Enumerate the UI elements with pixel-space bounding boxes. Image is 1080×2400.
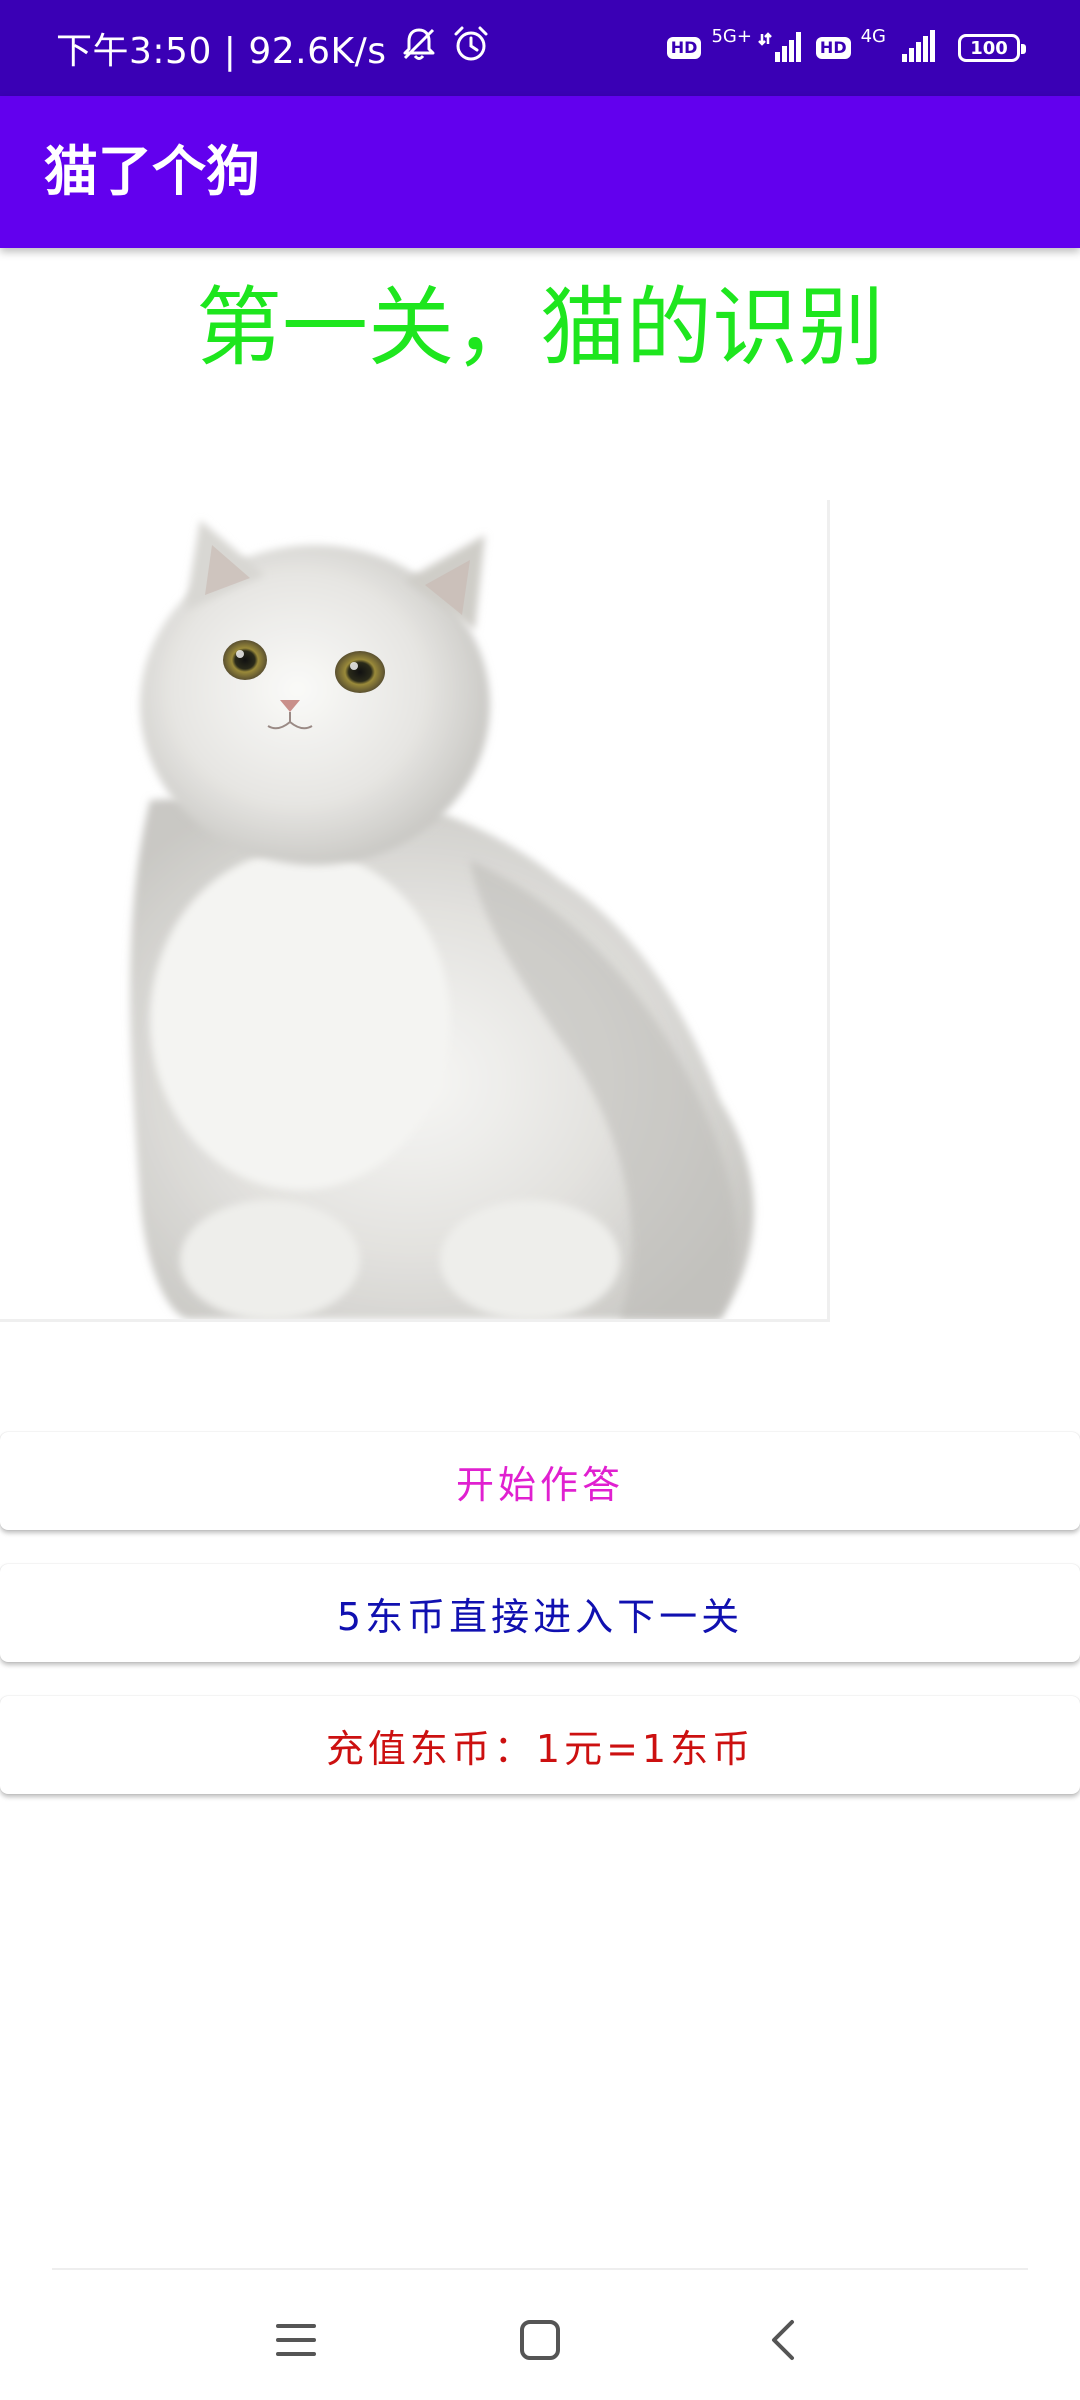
- level-title: 第一关，猫的识别: [196, 278, 884, 378]
- status-left: 下午3:50 | 92.6K/s: [56, 0, 491, 96]
- home-icon[interactable]: [500, 2300, 580, 2380]
- app-title: 猫了个狗: [44, 140, 260, 203]
- app-bar: 猫了个狗: [0, 96, 1080, 248]
- back-icon[interactable]: [744, 2300, 824, 2380]
- start-answer-button[interactable]: 开始作答: [0, 1432, 1080, 1530]
- hd-badge: HD: [666, 37, 702, 59]
- alarm-icon: [451, 24, 491, 73]
- start-answer-label: 开始作答: [455, 1462, 624, 1507]
- status-right: HD 5G+ HD 4G 100: [666, 0, 1026, 96]
- network-type-label: 5G+: [711, 25, 752, 47]
- menu-icon[interactable]: [256, 2300, 336, 2380]
- system-nav-bar: [0, 2270, 1080, 2400]
- skip-level-label: 5东币直接进入下一关: [336, 1594, 744, 1639]
- status-bar: 下午3:50 | 92.6K/s HD 5G+ HD 4G 100: [0, 0, 1080, 96]
- skip-level-button[interactable]: 5东币直接进入下一关: [0, 1564, 1080, 1662]
- signal-icon: [758, 28, 806, 68]
- network-type-label-2: 4G: [860, 25, 886, 47]
- signal-icon-2: [892, 28, 940, 68]
- cat-image: [0, 500, 830, 1322]
- battery-level: 100: [970, 37, 1008, 59]
- hd-badge-2: HD: [815, 37, 851, 59]
- bell-off-icon: [399, 24, 439, 73]
- recharge-button[interactable]: 充值东币：1元=1东币: [0, 1696, 1080, 1794]
- battery-icon: 100: [958, 34, 1026, 62]
- status-time-speed: 下午3:50 | 92.6K/s: [56, 31, 387, 72]
- screen: 下午3:50 | 92.6K/s HD 5G+ HD 4G 100 猫了个狗 第…: [0, 0, 1080, 2400]
- recharge-label: 充值东币：1元=1东币: [325, 1726, 755, 1771]
